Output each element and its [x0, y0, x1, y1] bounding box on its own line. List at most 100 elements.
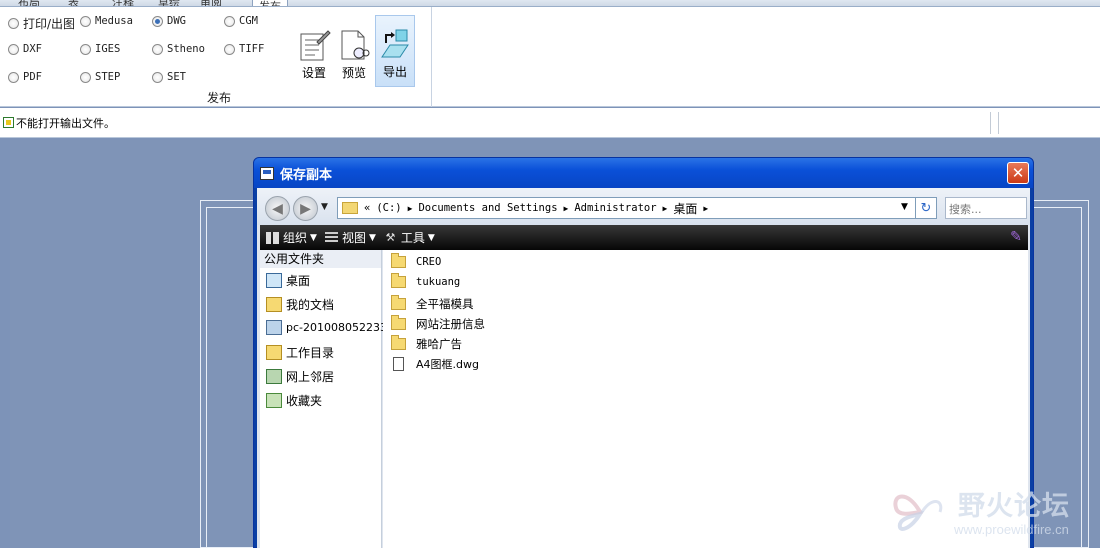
breadcrumb-desktop[interactable]: 桌面 — [673, 200, 697, 217]
divider — [990, 112, 992, 134]
forward-button[interactable]: ▶ — [293, 196, 318, 221]
nav-item-my-documents[interactable]: 我的文档 — [266, 296, 334, 313]
radio-dot — [80, 43, 91, 55]
watermark-title: 野火论坛 — [958, 491, 1070, 522]
file-icon — [393, 357, 404, 371]
file-name: 网站注册信息 — [416, 317, 485, 331]
radio-set[interactable]: SET — [152, 71, 186, 83]
radio-print-plot[interactable]: 打印/出图 — [8, 15, 75, 32]
list-item[interactable]: CREO — [391, 253, 442, 268]
chevron-right-icon[interactable]: ▶ — [408, 204, 413, 213]
list-item[interactable]: tukuang — [391, 273, 461, 288]
radio-dot — [8, 71, 19, 83]
organize-label: 组织 — [283, 231, 308, 245]
nav-item-computer[interactable]: pc-201008052233 — [266, 320, 387, 335]
nav-item-working-directory[interactable]: 工作目录 — [266, 344, 334, 361]
breadcrumb-administrator[interactable]: Administrator — [574, 202, 656, 214]
new-folder-icon[interactable]: ✎ — [1008, 229, 1024, 245]
radio-tiff[interactable]: TIFF — [224, 43, 264, 55]
tab-publish[interactable]: 发布 — [252, 0, 288, 6]
radio-dwg[interactable]: DWG — [152, 15, 186, 27]
close-button[interactable]: ✕ — [1007, 162, 1029, 184]
list-item[interactable]: 全平福模具 — [391, 295, 474, 312]
status-message: 不能打开输出文件。 — [16, 116, 115, 130]
back-button[interactable]: ◀ — [265, 196, 290, 221]
my-documents-icon — [266, 297, 282, 312]
tools-icon: ⚒ — [385, 230, 396, 244]
views-menu[interactable]: 视图 ▼ — [324, 229, 376, 246]
list-item[interactable]: 网站注册信息 — [391, 315, 485, 332]
chevron-down-icon: ▼ — [310, 232, 317, 243]
chevron-right-icon[interactable]: ▶ — [663, 204, 668, 213]
back-arrow-icon: ◀ — [272, 200, 283, 217]
radio-label: TIFF — [239, 43, 265, 55]
list-item[interactable]: A4图框.dwg — [391, 356, 479, 372]
radio-dot — [224, 43, 235, 55]
tab-review[interactable]: 审阅 — [200, 0, 222, 6]
forum-watermark: 野火论坛 www.proewildfire.cn — [890, 482, 1095, 544]
close-icon: ✕ — [1011, 164, 1025, 182]
radio-iges[interactable]: IGES — [80, 43, 120, 55]
radio-stheno[interactable]: Stheno — [152, 43, 205, 55]
file-name: CREO — [416, 256, 442, 268]
radio-label: DWG — [167, 15, 186, 27]
navigation-pane: 公用文件夹 桌面 我的文档 pc-201008052233 工作目录 网上邻居 — [260, 250, 387, 548]
dialog-title: 保存副本 — [280, 167, 333, 183]
breadcrumb-documents-settings[interactable]: Documents and Settings — [418, 202, 557, 214]
nav-item-label: 工作目录 — [286, 346, 335, 360]
file-name: tukuang — [416, 276, 461, 288]
nav-item-favorites[interactable]: 收藏夹 — [266, 392, 322, 409]
file-name: 全平福模具 — [416, 297, 474, 311]
breadcrumb-drive[interactable]: (C:) — [376, 202, 401, 214]
window-icon — [260, 166, 274, 180]
nav-item-label: 我的文档 — [286, 298, 335, 312]
tab-sketch[interactable]: 草绘 — [158, 0, 180, 6]
radio-dxf[interactable]: DXF — [8, 43, 42, 55]
radio-label: IGES — [95, 43, 121, 55]
export-button[interactable]: 导出 — [375, 15, 415, 87]
radio-medusa[interactable]: Medusa — [80, 15, 133, 27]
radio-step[interactable]: STEP — [80, 71, 120, 83]
tab-layout[interactable]: 布局 — [18, 0, 40, 6]
chevron-down-icon: ▼ — [427, 232, 435, 243]
settings-button[interactable]: 设置 — [294, 15, 334, 87]
chevron-right-icon[interactable]: ▶ — [703, 204, 708, 213]
address-bar[interactable]: « (C:) ▶ Documents and Settings ▶ Admini… — [337, 197, 917, 219]
nav-item-desktop[interactable]: 桌面 — [266, 272, 310, 289]
address-dropdown-icon[interactable]: ▼ — [901, 202, 908, 212]
search-input[interactable]: 搜索... — [945, 197, 1027, 219]
divider — [998, 112, 1000, 134]
folder-icon — [391, 295, 406, 310]
radio-pdf[interactable]: PDF — [8, 71, 42, 83]
chevron-right-icon[interactable]: ▶ — [564, 204, 569, 213]
file-name: 雅哈广告 — [416, 337, 462, 351]
radio-label: PDF — [23, 71, 42, 83]
radio-dot — [80, 71, 91, 83]
tab-table[interactable]: 表 — [68, 0, 79, 6]
organize-menu[interactable]: 组织 ▼ — [266, 229, 317, 246]
settings-label: 设置 — [301, 66, 326, 80]
history-dropdown-icon[interactable]: ▼ — [321, 202, 328, 212]
folder-icon — [391, 335, 406, 350]
radio-dot-selected — [152, 15, 163, 27]
chevron-down-icon: ▼ — [368, 232, 376, 243]
organize-icon — [266, 231, 279, 244]
radio-cgm[interactable]: CGM — [224, 15, 258, 27]
preview-button[interactable]: 预览 — [334, 15, 374, 87]
export-label: 导出 — [382, 65, 407, 79]
refresh-button[interactable]: ↻ — [915, 197, 937, 219]
nav-item-label: 收藏夹 — [286, 394, 323, 408]
radio-label: CGM — [239, 15, 258, 27]
nav-item-network[interactable]: 网上邻居 — [266, 368, 334, 385]
list-item[interactable]: 雅哈广告 — [391, 335, 462, 352]
nav-pane-header: 公用文件夹 — [260, 250, 381, 268]
folder-icon — [391, 253, 406, 268]
radio-label: SET — [167, 71, 186, 83]
radio-label: DXF — [23, 43, 42, 55]
tab-annotate[interactable]: 注释 — [112, 0, 134, 6]
dialog-titlebar[interactable]: 保存副本 ✕ — [254, 158, 1033, 188]
preview-label: 预览 — [341, 66, 366, 80]
tools-menu[interactable]: ⚒ 工具 ▼ — [384, 229, 435, 246]
radio-label: STEP — [95, 71, 121, 83]
network-icon — [266, 369, 282, 384]
